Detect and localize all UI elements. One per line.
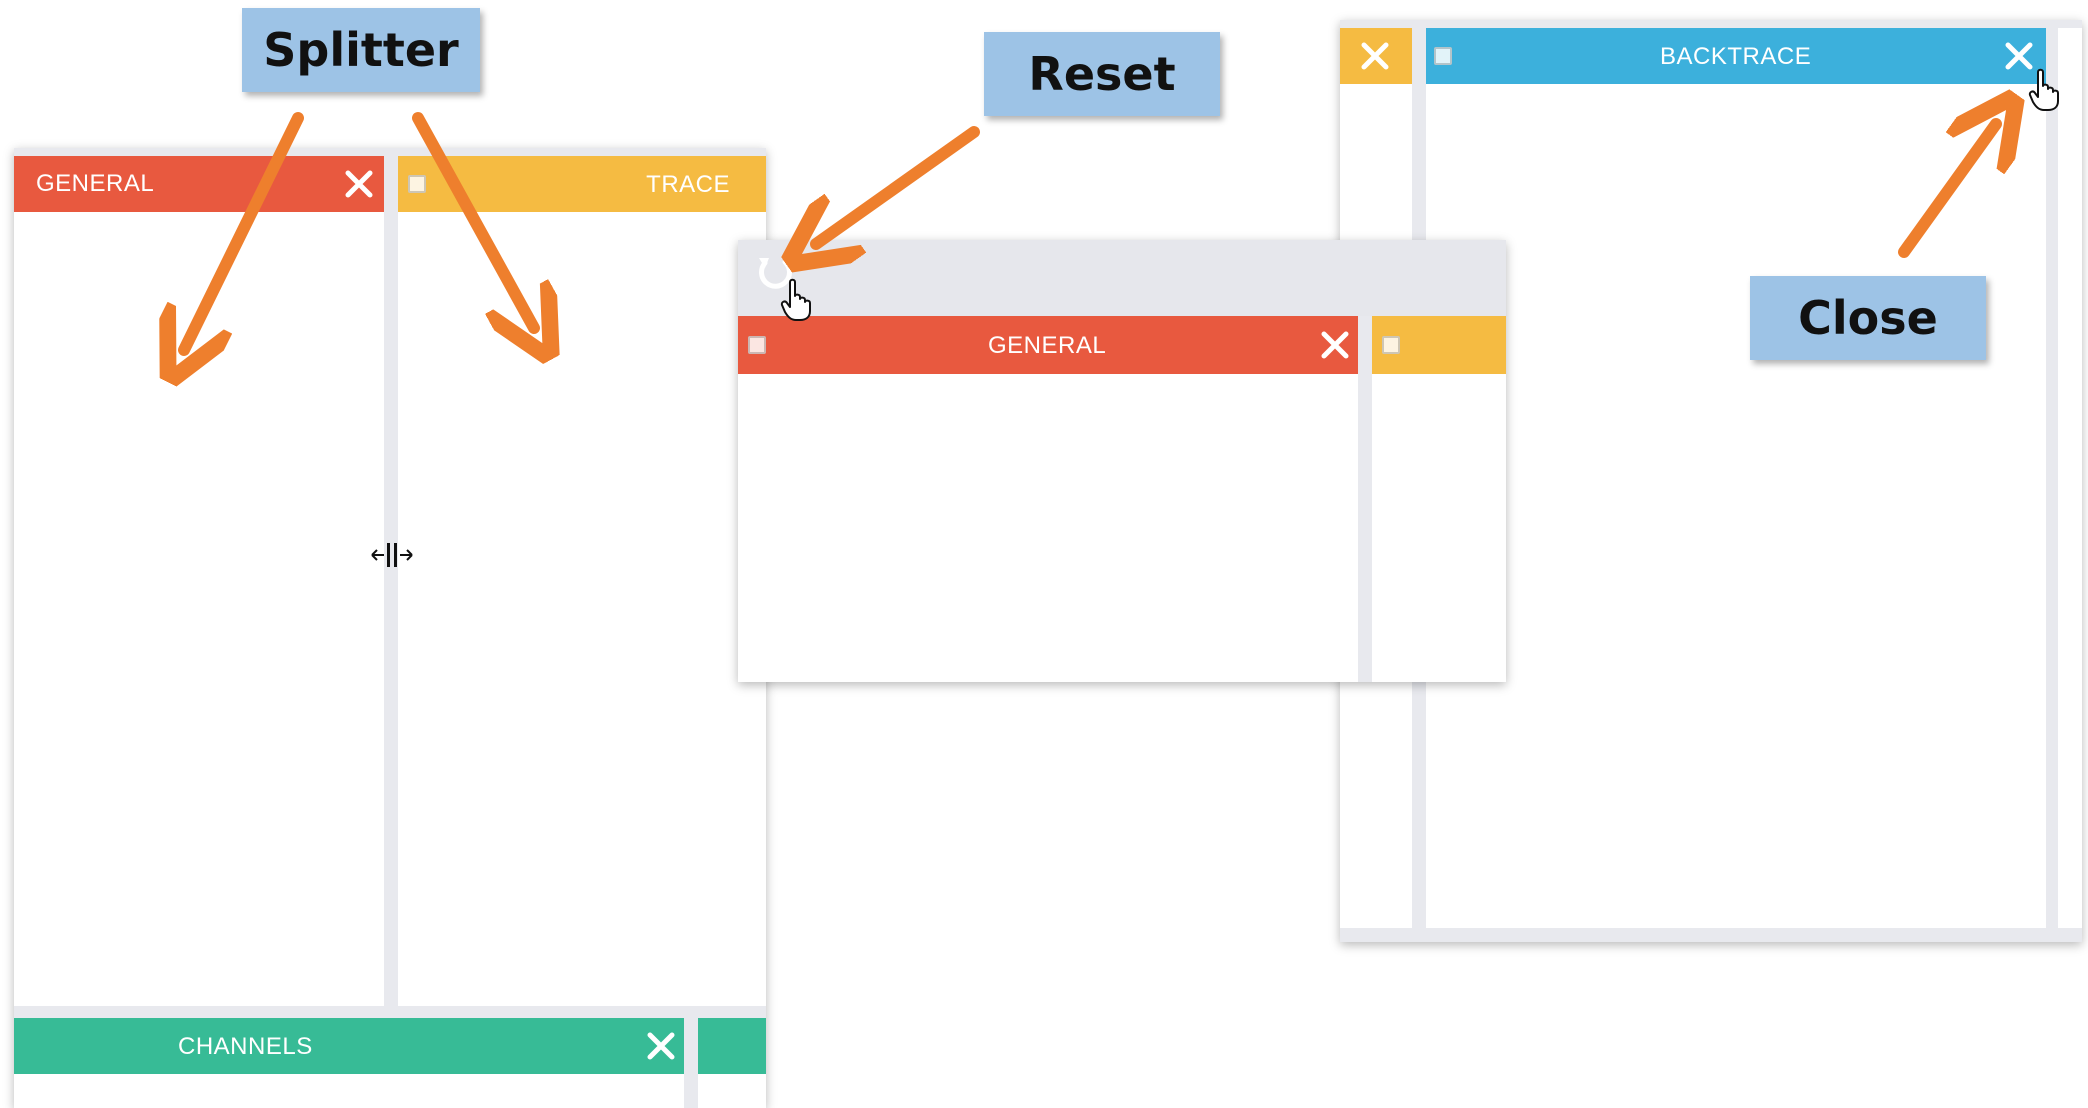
annotation-arrows bbox=[0, 0, 2088, 1094]
arrow-splitter-right bbox=[412, 112, 534, 328]
arrow-reset bbox=[816, 126, 980, 244]
arrow-close bbox=[1898, 124, 1996, 258]
reset-callout: Reset bbox=[984, 32, 1220, 116]
arrow-splitter-left bbox=[184, 112, 304, 350]
close-callout: Close bbox=[1750, 276, 1986, 360]
splitter-callout: Splitter bbox=[242, 8, 480, 92]
